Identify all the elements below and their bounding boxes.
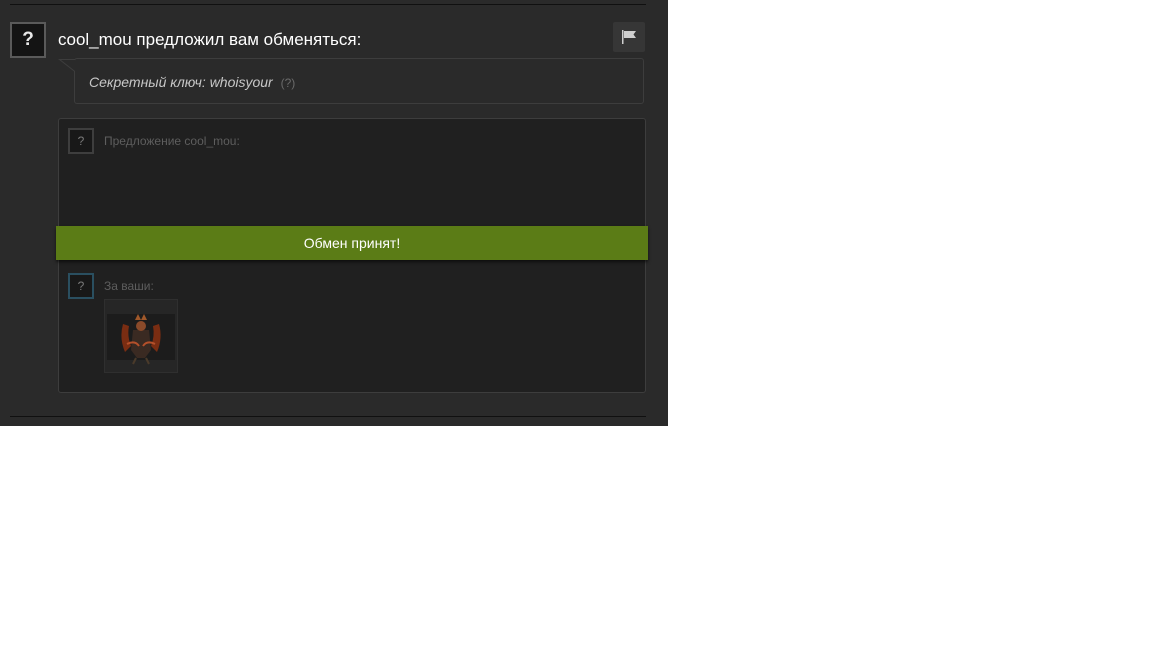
their-offer-label: Предложение cool_mou: [104, 134, 240, 148]
your-items-label: За ваши: [104, 279, 154, 293]
hero-item-image [105, 300, 177, 372]
offer-headline: cool_mou предложил вам обменяться: [58, 30, 362, 49]
trade-offer-panel: ? cool_mou предложил вам обменяться: Сек… [0, 0, 668, 426]
bubble-tail-inner [61, 60, 75, 71]
message-bubble: Секретный ключ: whoisyour (?) [74, 58, 644, 104]
avatar-placeholder: ? [77, 279, 85, 293]
secret-key-help-link[interactable]: (?) [281, 76, 296, 90]
avatar-placeholder: ? [22, 29, 34, 50]
report-button[interactable] [613, 22, 645, 52]
trade-item-tile[interactable] [104, 299, 178, 373]
sender-avatar[interactable]: ? [10, 22, 46, 58]
their-avatar[interactable]: ? [68, 128, 94, 154]
flag-icon [622, 30, 636, 44]
your-avatar[interactable]: ? [68, 273, 94, 299]
avatar-placeholder: ? [77, 134, 85, 148]
top-divider [10, 4, 646, 5]
trade-accepted-banner: Обмен принят! [56, 226, 648, 260]
secret-key-text: Секретный ключ: whoisyour (?) [89, 74, 295, 90]
secret-key-label: Секретный ключ: whoisyour [89, 74, 273, 90]
bottom-divider [10, 416, 646, 417]
